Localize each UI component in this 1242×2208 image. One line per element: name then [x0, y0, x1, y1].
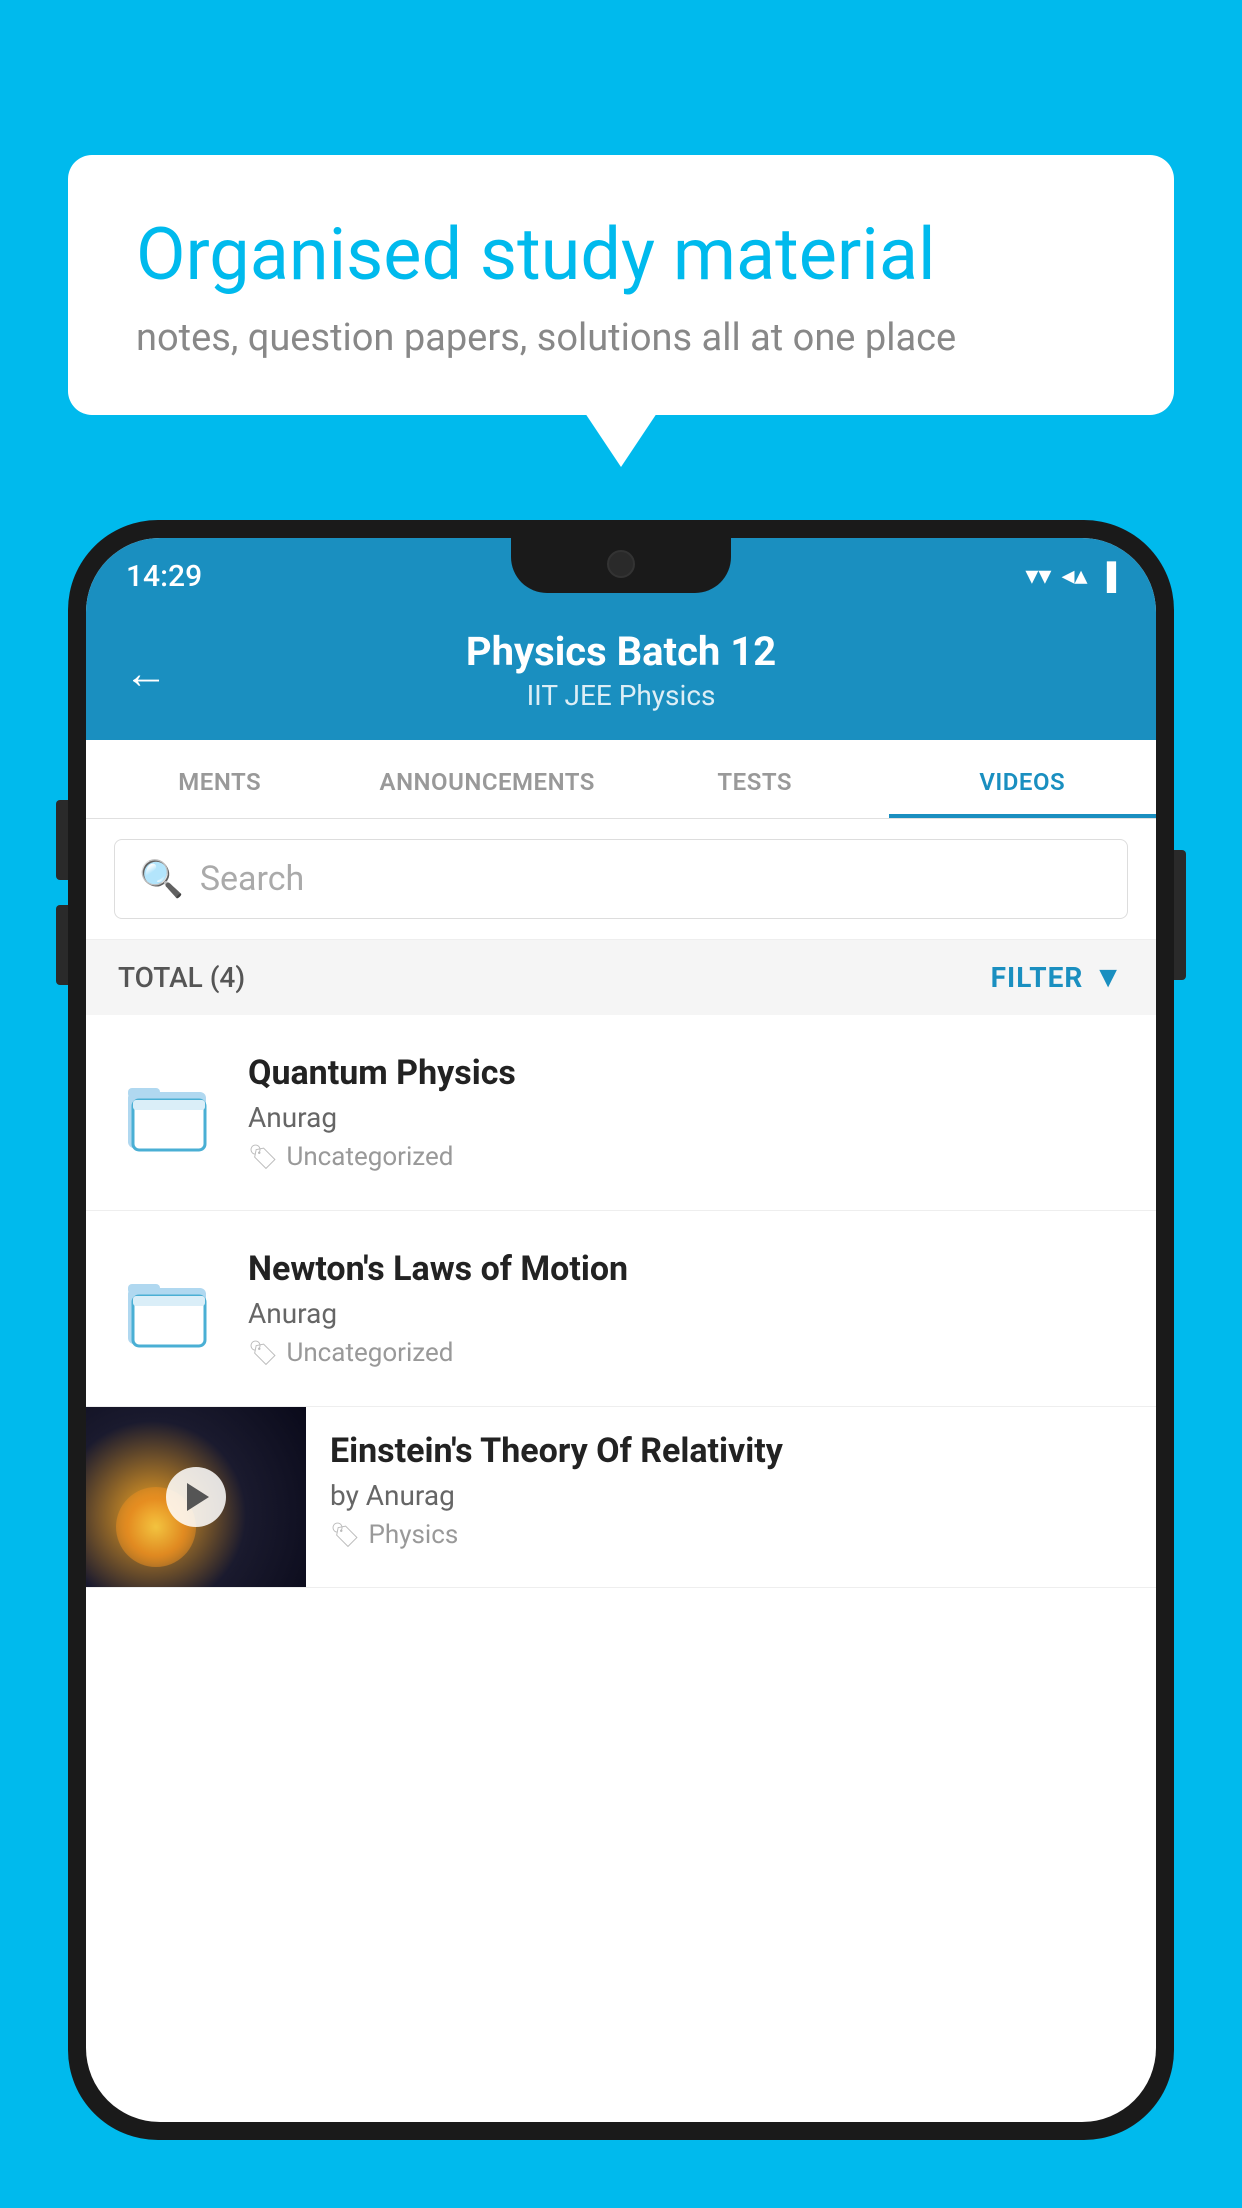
wifi-icon: ▾▾ [1025, 561, 1051, 591]
speech-bubble-subtitle: notes, question papers, solutions all at… [136, 316, 1106, 360]
filter-row: TOTAL (4) FILTER ▼ [86, 940, 1156, 1015]
phone-outer: 14:29 ▾▾ ◂▴ ▐ ← Physics Batch 12 IIT JEE… [68, 520, 1174, 2140]
video-author: by Anurag [330, 1479, 1132, 1512]
header-title: Physics Batch 12 [124, 628, 1118, 675]
search-icon: 🔍 [139, 858, 184, 900]
total-count: TOTAL (4) [118, 961, 245, 994]
front-camera [607, 550, 635, 578]
video-thumbnail-image [86, 1407, 306, 1587]
phone-notch [511, 538, 731, 593]
video-author: Anurag [248, 1101, 1124, 1134]
tag-icon: 🏷 [248, 1339, 278, 1367]
signal-icon: ◂▴ [1061, 561, 1087, 591]
speech-bubble-section: Organised study material notes, question… [68, 155, 1174, 415]
tag-icon: 🏷 [330, 1521, 360, 1549]
header-subtitle: IIT JEE Physics [124, 679, 1118, 712]
tab-ments[interactable]: MENTS [86, 740, 354, 818]
video-thumbnail [118, 1063, 218, 1163]
tab-videos[interactable]: VIDEOS [889, 740, 1157, 818]
volume-down-button [56, 905, 68, 985]
video-tag: 🏷 Physics [330, 1520, 1132, 1550]
video-info: Newton's Laws of Motion Anurag 🏷 Uncateg… [248, 1249, 1124, 1368]
video-title: Einstein's Theory Of Relativity [330, 1431, 1132, 1471]
list-item[interactable]: Einstein's Theory Of Relativity by Anura… [86, 1407, 1156, 1588]
battery-icon: ▐ [1098, 561, 1116, 592]
video-tag: 🏷 Uncategorized [248, 1142, 1124, 1172]
speech-bubble-title: Organised study material [136, 215, 1106, 294]
video-list: Quantum Physics Anurag 🏷 Uncategorized [86, 1015, 1156, 1588]
play-button[interactable] [166, 1467, 226, 1527]
status-time: 14:29 [126, 559, 202, 594]
phone-screen: 14:29 ▾▾ ◂▴ ▐ ← Physics Batch 12 IIT JEE… [86, 538, 1156, 2122]
app-header: ← Physics Batch 12 IIT JEE Physics [86, 606, 1156, 740]
video-info: Quantum Physics Anurag 🏷 Uncategorized [248, 1053, 1124, 1172]
power-button [1174, 850, 1186, 980]
back-button[interactable]: ← [124, 647, 168, 699]
tab-bar: MENTS ANNOUNCEMENTS TESTS VIDEOS [86, 740, 1156, 819]
volume-up-button [56, 800, 68, 880]
video-title: Quantum Physics [248, 1053, 1124, 1093]
tab-tests[interactable]: TESTS [621, 740, 889, 818]
play-icon [187, 1483, 209, 1511]
tag-icon: 🏷 [248, 1143, 278, 1171]
phone-mockup: 14:29 ▾▾ ◂▴ ▐ ← Physics Batch 12 IIT JEE… [68, 520, 1174, 2208]
folder-icon [123, 1070, 213, 1155]
video-info: Einstein's Theory Of Relativity by Anura… [306, 1407, 1156, 1574]
video-thumbnail [118, 1259, 218, 1359]
filter-button[interactable]: FILTER ▼ [991, 960, 1124, 995]
search-container: 🔍 Search [86, 819, 1156, 940]
video-author: Anurag [248, 1297, 1124, 1330]
folder-icon [123, 1266, 213, 1351]
filter-icon: ▼ [1093, 960, 1124, 995]
speech-bubble-card: Organised study material notes, question… [68, 155, 1174, 415]
search-bar[interactable]: 🔍 Search [114, 839, 1128, 919]
list-item[interactable]: Newton's Laws of Motion Anurag 🏷 Uncateg… [86, 1211, 1156, 1407]
video-tag: 🏷 Uncategorized [248, 1338, 1124, 1368]
search-input[interactable]: Search [200, 859, 304, 899]
tab-announcements[interactable]: ANNOUNCEMENTS [354, 740, 622, 818]
list-item[interactable]: Quantum Physics Anurag 🏷 Uncategorized [86, 1015, 1156, 1211]
video-title: Newton's Laws of Motion [248, 1249, 1124, 1289]
status-icons: ▾▾ ◂▴ ▐ [1025, 561, 1116, 592]
